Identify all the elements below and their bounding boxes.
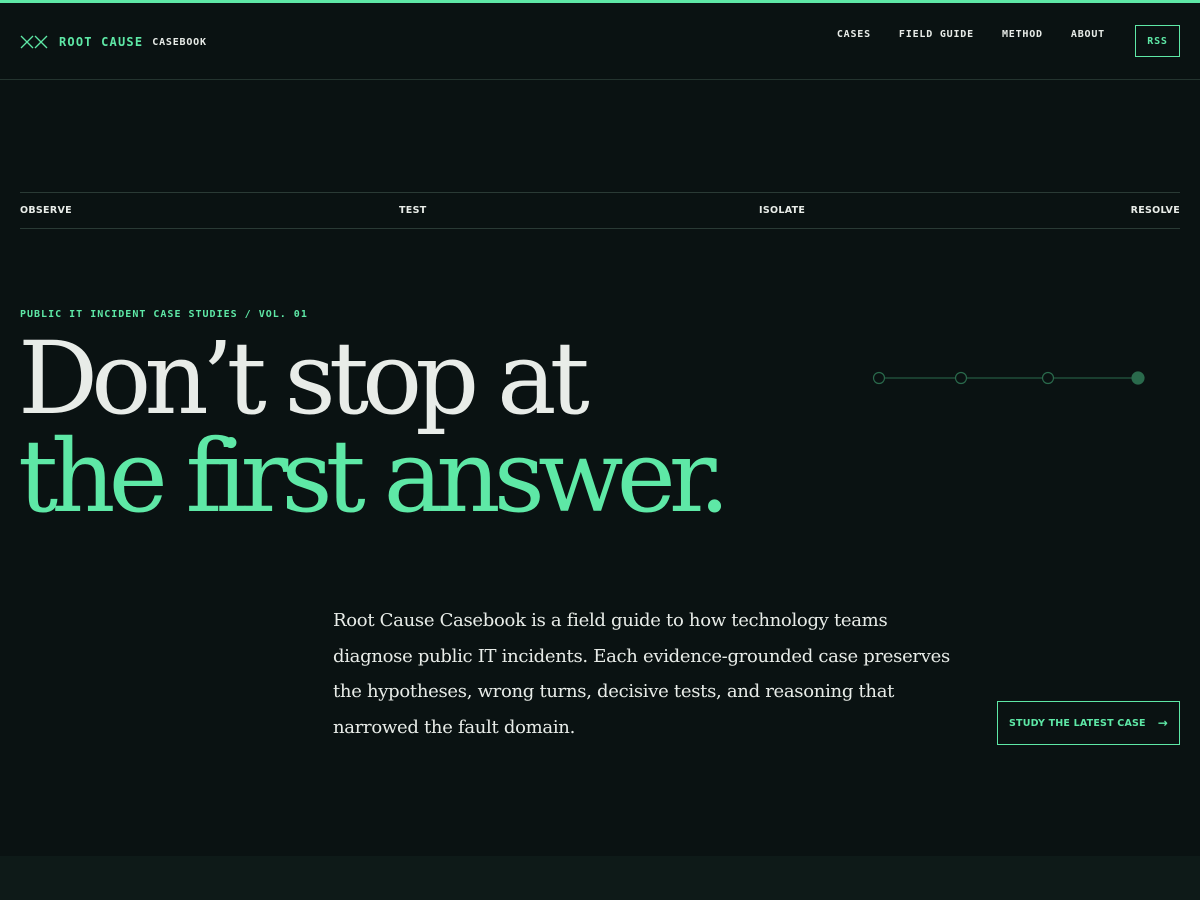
step-test: TEST	[399, 205, 427, 216]
hero-headline: Don’t stop at the first answer.	[18, 320, 730, 535]
progress-dot-test	[954, 371, 968, 385]
next-section-band	[0, 856, 1200, 900]
step-progress-indicator	[872, 371, 1145, 385]
study-latest-case-button[interactable]: STUDY THE LATEST CASE →	[997, 701, 1180, 745]
step-observe: OBSERVE	[20, 205, 72, 216]
hero-eyebrow: PUBLIC IT INCIDENT CASE STUDIES / VOL. 0…	[20, 309, 308, 320]
method-steps-bar: OBSERVE TEST ISOLATE RESOLVE	[20, 192, 1180, 229]
progress-dot-observe	[872, 371, 886, 385]
nav-link-about[interactable]: ABOUT	[1071, 29, 1105, 40]
double-x-icon	[20, 35, 48, 49]
progress-dot-resolve-active	[1131, 371, 1145, 385]
cta-label: STUDY THE LATEST CASE	[1008, 717, 1146, 729]
arrow-right-icon: →	[1157, 716, 1169, 730]
rss-button[interactable]: RSS	[1135, 25, 1180, 57]
brand-subtitle: CASEBOOK	[152, 36, 207, 48]
nav-link-field-guide[interactable]: FIELD GUIDE	[899, 29, 974, 40]
hero-intro-paragraph: Root Cause Casebook is a field guide to …	[333, 610, 950, 738]
progress-dot-isolate	[1041, 371, 1055, 385]
step-resolve: RESOLVE	[1130, 205, 1180, 216]
site-header: ROOT CAUSE CASEBOOK CASES FIELD GUIDE ME…	[0, 3, 1200, 80]
headline-line-2: the first answer.	[18, 418, 730, 535]
main-nav: CASES FIELD GUIDE METHOD ABOUT	[809, 25, 1105, 43]
step-isolate: ISOLATE	[759, 205, 806, 216]
nav-link-cases[interactable]: CASES	[837, 29, 871, 40]
brand-logo-link[interactable]: ROOT CAUSE CASEBOOK	[20, 33, 207, 51]
nav-link-method[interactable]: METHOD	[1002, 29, 1043, 40]
brand-name: ROOT CAUSE	[59, 35, 144, 49]
headline-line-1: Don’t stop at	[18, 320, 590, 437]
